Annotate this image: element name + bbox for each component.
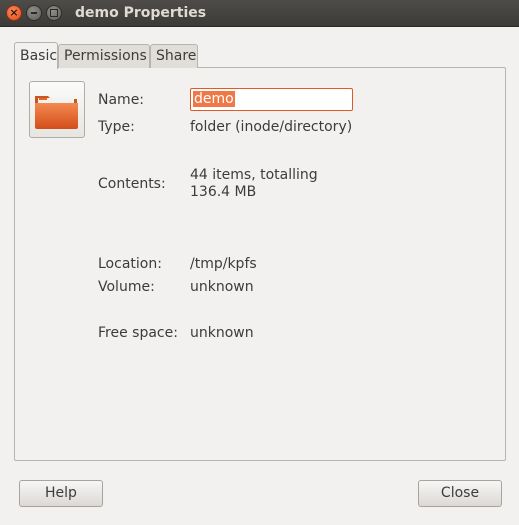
volume-value: unknown <box>190 279 254 295</box>
type-label: Type: <box>98 119 135 135</box>
close-button[interactable]: Close <box>418 480 502 507</box>
window-minimize-button[interactable] <box>26 5 42 21</box>
name-input-value: demo <box>193 91 235 107</box>
window-close-button[interactable]: × <box>6 5 22 21</box>
tab-label: Permissions <box>64 48 147 64</box>
tab-permissions[interactable]: Permissions <box>58 44 150 68</box>
type-value: folder (inode/directory) <box>190 119 353 135</box>
volume-label: Volume: <box>98 279 155 295</box>
folder-icon-button[interactable] <box>29 81 85 138</box>
tab-share[interactable]: Share <box>150 44 198 68</box>
free-space-value: unknown <box>190 325 254 341</box>
name-input[interactable]: demo <box>190 88 353 111</box>
folder-icon <box>35 96 78 129</box>
help-button[interactable]: Help <box>19 480 103 507</box>
tab-basic[interactable]: Basic <box>14 42 58 69</box>
close-icon: × <box>9 6 19 19</box>
contents-label: Contents: <box>98 176 166 192</box>
location-value: /tmp/kpfs <box>190 256 257 272</box>
tab-label: Basic <box>20 48 58 64</box>
location-label: Location: <box>98 256 162 272</box>
name-label: Name: <box>98 92 145 108</box>
tab-label: Share <box>156 48 197 64</box>
window-maximize-button[interactable] <box>46 5 62 21</box>
window-title: demo Properties <box>75 5 207 21</box>
title-bar: × demo Properties <box>0 0 519 27</box>
contents-value: 44 items, totalling 136.4 MB <box>190 167 318 200</box>
free-space-label: Free space: <box>98 325 178 341</box>
